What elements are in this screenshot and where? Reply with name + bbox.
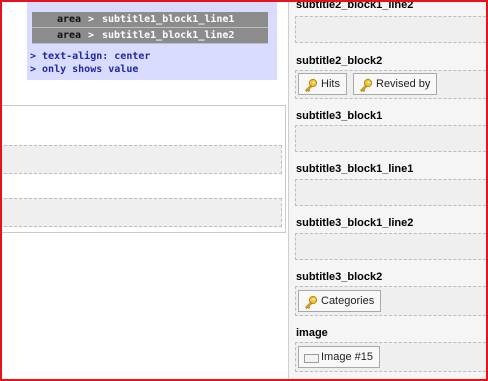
- drop-zone[interactable]: [295, 16, 486, 43]
- field-chip-hits[interactable]: Hits: [298, 73, 347, 95]
- info-panel: area > subtitle1_block1_line1 area > sub…: [27, 2, 277, 80]
- fields-column: subtitle2_block1_line2 subtitle2_block2 …: [288, 0, 486, 379]
- screenshot-frame: area > subtitle1_block1_line1 area > sub…: [0, 0, 488, 381]
- field-chip-label: Image #15: [321, 351, 373, 363]
- area-row[interactable]: area > subtitle1_block1_line2: [32, 28, 268, 44]
- field-chip-revised-by[interactable]: Revised by: [353, 73, 438, 95]
- field-chip-image[interactable]: Image #15: [298, 346, 380, 368]
- section-label: subtitle2_block1_line2: [296, 0, 414, 11]
- field-chip-categories[interactable]: Categories: [298, 290, 382, 312]
- area-separator: >: [88, 14, 95, 25]
- area-value: subtitle1_block1_line2: [102, 30, 235, 41]
- drop-zone[interactable]: [295, 125, 486, 152]
- area-separator: >: [88, 30, 95, 41]
- section-label: image: [296, 327, 328, 339]
- key-icon: [360, 78, 373, 93]
- area-row[interactable]: area > subtitle1_block1_line1: [32, 12, 268, 28]
- section-label: subtitle3_block1_line1: [296, 163, 414, 175]
- section-label: subtitle3_block2: [296, 271, 383, 283]
- field-chip-label: Revised by: [376, 78, 431, 90]
- key-icon: [305, 78, 318, 93]
- area-value: subtitle1_block1_line1: [102, 14, 235, 25]
- image-field-icon: [304, 354, 319, 363]
- drop-zone[interactable]: [295, 233, 486, 260]
- note-only-shows-value: > only shows value: [30, 64, 139, 75]
- field-chip-label: Hits: [321, 78, 340, 90]
- section-label: subtitle2_block2: [296, 55, 383, 67]
- section-label: subtitle3_block1_line2: [296, 217, 414, 229]
- drop-zone[interactable]: [2, 145, 282, 174]
- drop-zone[interactable]: [295, 179, 486, 206]
- drop-zone[interactable]: [2, 198, 282, 227]
- key-icon: [305, 295, 318, 310]
- area-label: area: [57, 30, 82, 41]
- left-layout-box: [2, 105, 286, 233]
- note-text-align: > text-align: center: [30, 51, 151, 62]
- area-label: area: [57, 14, 82, 25]
- section-label: subtitle3_block1: [296, 110, 383, 122]
- field-chip-label: Categories: [321, 295, 375, 307]
